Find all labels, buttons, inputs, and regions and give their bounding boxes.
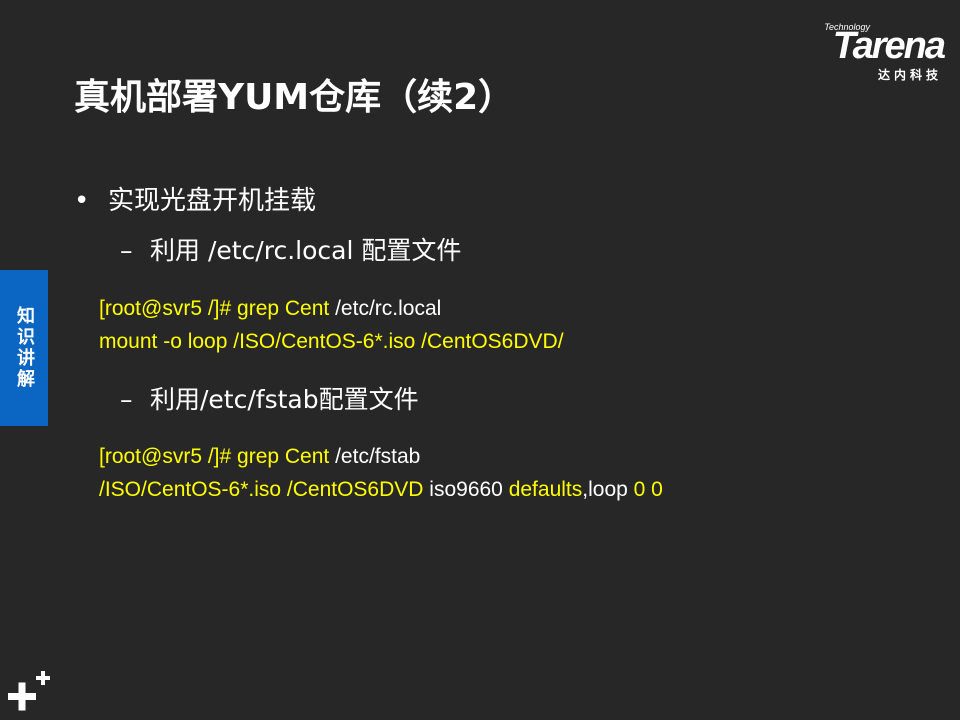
plus-plus-icon	[8, 671, 50, 711]
sub-item-fstab: – 利用/etc/fstab配置文件	[120, 383, 419, 417]
sub-dash: –	[120, 385, 133, 414]
code-line: [root@svr5 /]# grep Cent /etc/fstab	[99, 440, 663, 473]
code-segment: defaults	[508, 478, 583, 501]
code-segment: /ISO/CentOS-6*.iso /CentOS6DVD	[99, 478, 424, 501]
sub-item-text: 利用/etc/fstab配置文件	[150, 385, 419, 414]
code-path: /etc/fstab	[329, 445, 421, 468]
code-prompt: [root@svr5 /]# grep Cent	[99, 297, 330, 320]
bullet-item: • 实现光盘开机挂载	[74, 184, 316, 218]
code-segment: ,loop	[582, 478, 634, 501]
logo-wordmark: Tarena	[832, 25, 946, 67]
side-tab-knowledge: 知识讲解	[0, 270, 48, 426]
code-line: mount -o loop /ISO/CentOS-6*.iso /CentOS…	[99, 330, 564, 353]
sub-item-rc-local: – 利用 /etc/rc.local 配置文件	[120, 234, 461, 268]
code-prompt: [root@svr5 /]# grep Cent	[99, 445, 330, 468]
code-path: /etc/rc.local	[329, 297, 442, 320]
bullet-dot: •	[74, 186, 90, 216]
page-title: 真机部署YUM仓库（续2）	[74, 77, 515, 118]
sub-dash: –	[120, 236, 133, 265]
logo-chinese-text: 达内科技	[877, 68, 942, 82]
code-block-fstab: [root@svr5 /]# grep Cent /etc/fstab /ISO…	[99, 440, 663, 506]
code-segment: 0 0	[633, 478, 663, 501]
code-line: /ISO/CentOS-6*.iso /CentOS6DVD iso9660 d…	[99, 473, 663, 506]
code-block-rc-local: [root@svr5 /]# grep Cent /etc/rc.local m…	[99, 292, 564, 358]
code-line: [root@svr5 /]# grep Cent /etc/rc.local	[99, 292, 564, 325]
side-tab-label: 知识讲解	[14, 306, 35, 390]
code-segment: iso9660	[423, 478, 509, 501]
bullet-text: 实现光盘开机挂载	[108, 186, 317, 216]
tarena-logo: Technology Tarena 达内科技	[774, 22, 946, 84]
sub-item-text: 利用 /etc/rc.local 配置文件	[150, 236, 462, 265]
